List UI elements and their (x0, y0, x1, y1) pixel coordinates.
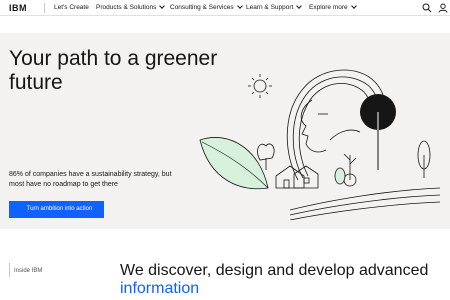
ibm-logo[interactable]: IBM (9, 3, 27, 13)
nav-item-products-solutions[interactable]: Products & Solutions (96, 3, 166, 11)
nav-divider (44, 3, 45, 13)
nav-item-label: Let's Create (54, 4, 89, 11)
tree-icon (360, 94, 396, 170)
chevron-down-icon (296, 3, 303, 9)
section-heading-text: We discover, design and develop advanced (120, 262, 429, 279)
nav-item-label: Explore more (309, 4, 348, 11)
nav-item-learn-support[interactable]: Learn & Support (246, 3, 303, 11)
chevron-down-icon (236, 3, 243, 9)
section-heading-accent: information (120, 280, 200, 297)
chevron-down-icon (350, 3, 357, 9)
nav-item-label: Consulting & Services (170, 4, 234, 11)
nav-item-label: Learn & Support (246, 4, 294, 11)
chevron-down-icon (159, 3, 166, 9)
sustainability-illustration (199, 69, 441, 220)
nav-item-label: Products & Solutions (96, 4, 157, 11)
section-heading: We discover, design and develop advanced… (120, 262, 440, 298)
nav-item-explore-more[interactable]: Explore more (309, 3, 357, 11)
section-label: Inside IBM (14, 268, 43, 274)
top-navigation: IBM Let's Create Products & Solutions Co… (0, 0, 450, 16)
sun-icon (248, 74, 272, 98)
section-divider (9, 263, 10, 277)
user-icon[interactable] (438, 3, 448, 13)
nav-item-consulting-services[interactable]: Consulting & Services (170, 3, 243, 11)
hero-description: 86% of companies have a sustainability s… (9, 171, 172, 188)
nav-item-lets-create[interactable]: Let's Create (54, 4, 89, 11)
leaf-icon (199, 137, 269, 190)
search-icon[interactable] (422, 3, 432, 13)
turn-ambition-into-action-button[interactable]: Turn ambition into action (9, 201, 104, 218)
